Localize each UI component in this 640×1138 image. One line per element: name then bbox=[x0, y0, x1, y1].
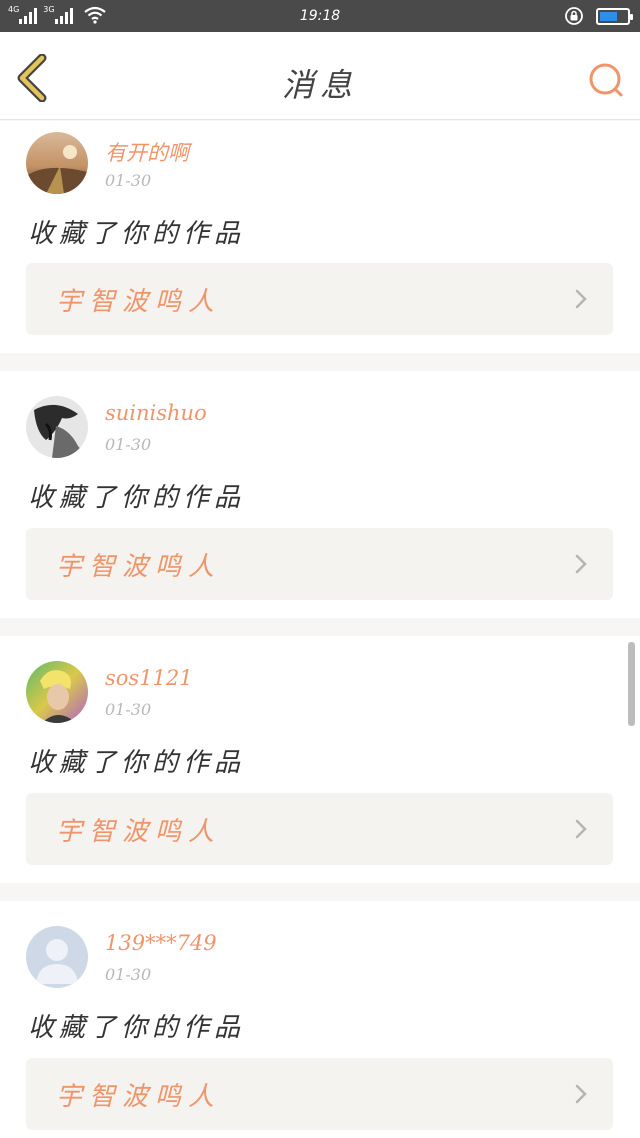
chevron-right-icon bbox=[575, 289, 587, 309]
username[interactable]: suinishuo bbox=[105, 401, 207, 425]
message-card: 有开的啊 01-30 收藏了你的作品 宇智波鸣人 bbox=[0, 121, 640, 353]
work-link[interactable]: 宇智波鸣人 bbox=[26, 528, 613, 600]
chevron-right-icon bbox=[575, 819, 587, 839]
status-right bbox=[564, 6, 633, 26]
clock: 19:18 bbox=[299, 8, 341, 24]
work-link[interactable]: 宇智波鸣人 bbox=[26, 1058, 613, 1130]
username[interactable]: sos1121 bbox=[105, 666, 193, 690]
username[interactable]: 有开的啊 bbox=[105, 137, 189, 167]
chevron-right-icon bbox=[575, 1084, 587, 1104]
work-title: 宇智波鸣人 bbox=[56, 817, 222, 847]
work-title: 宇智波鸣人 bbox=[56, 1082, 222, 1112]
search-button[interactable] bbox=[586, 60, 626, 100]
action-text: 收藏了你的作品 bbox=[28, 219, 246, 249]
rotation-lock-icon bbox=[565, 7, 583, 25]
message-date: 01-30 bbox=[105, 700, 152, 719]
action-text: 收藏了你的作品 bbox=[28, 748, 246, 778]
username[interactable]: 139***749 bbox=[105, 931, 217, 955]
avatar[interactable] bbox=[26, 661, 88, 723]
message-date: 01-30 bbox=[105, 171, 152, 190]
page-title: 消息 bbox=[281, 66, 358, 104]
message-date: 01-30 bbox=[105, 965, 152, 984]
message-card: suinishuo 01-30 收藏了你的作品 宇智波鸣人 bbox=[0, 371, 640, 618]
message-card: 139***749 01-30 收藏了你的作品 宇智波鸣人 bbox=[0, 901, 640, 1138]
battery-fill bbox=[600, 11, 617, 21]
battery-icon bbox=[596, 7, 633, 25]
work-title: 宇智波鸣人 bbox=[56, 552, 222, 582]
avatar[interactable] bbox=[26, 396, 88, 458]
work-link[interactable]: 宇智波鸣人 bbox=[26, 263, 613, 335]
search-icon bbox=[589, 63, 623, 97]
action-text: 收藏了你的作品 bbox=[28, 1013, 246, 1043]
avatar[interactable] bbox=[26, 132, 88, 194]
status-bar: 4G 3G 19:18 bbox=[0, 0, 640, 32]
work-link[interactable]: 宇智波鸣人 bbox=[26, 793, 613, 865]
work-title: 宇智波鸣人 bbox=[56, 287, 222, 317]
nav-bar: 消息 bbox=[0, 32, 640, 120]
message-card: sos1121 01-30 收藏了你的作品 宇智波鸣人 bbox=[0, 636, 640, 883]
scrollbar[interactable] bbox=[628, 642, 635, 726]
message-date: 01-30 bbox=[105, 435, 152, 454]
chevron-right-icon bbox=[575, 554, 587, 574]
avatar[interactable] bbox=[26, 926, 88, 988]
action-text: 收藏了你的作品 bbox=[28, 483, 246, 513]
